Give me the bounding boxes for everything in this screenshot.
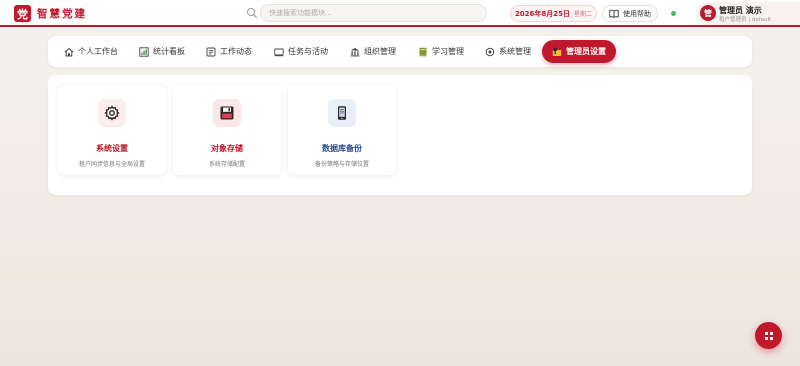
book-icon xyxy=(419,47,427,56)
settings-icon xyxy=(485,47,495,56)
nav-item-tasks[interactable]: 任务与活动 xyxy=(274,44,328,59)
date-badge: 2026年8月25日 星期二 xyxy=(510,5,597,22)
home-icon xyxy=(64,47,74,56)
user-profile[interactable]: 管 管理员 演示 租户管理员 | default xyxy=(696,2,800,25)
search-input[interactable] xyxy=(260,4,487,22)
card-icon-wrap xyxy=(98,99,126,127)
help-button-label: 使用帮助 xyxy=(623,9,651,18)
grid-icon xyxy=(764,331,773,340)
chart-icon xyxy=(139,46,149,57)
card-object-storage[interactable]: 对象存储 系统存储配置 xyxy=(173,85,281,175)
book-open-icon xyxy=(609,9,619,18)
weekday-text: 星期二 xyxy=(574,11,593,18)
card-description: 备份策略与存储位置 xyxy=(314,161,369,168)
card-icon-wrap xyxy=(328,99,356,127)
app-logo[interactable]: 党 xyxy=(14,5,31,22)
card-description: 系统存储配置 xyxy=(208,161,245,168)
nav-item-label: 工作动态 xyxy=(220,47,252,56)
app-title: 智慧党建 xyxy=(37,8,87,20)
card-database-backup[interactable]: 数据库备份 备份策略与存储位置 xyxy=(288,85,396,175)
search-bar xyxy=(246,4,487,22)
card-title: 对象存储 xyxy=(211,144,243,153)
card-title: 系统设置 xyxy=(96,144,128,153)
gear-icon xyxy=(104,105,120,121)
nav-item-system[interactable]: 系统管理 xyxy=(485,44,531,59)
online-status-dot xyxy=(671,11,676,16)
help-button[interactable]: 使用帮助 xyxy=(602,5,658,22)
nav-item-workbench[interactable]: 个人工作台 xyxy=(64,44,118,59)
nav-item-learning[interactable]: 学习管理 xyxy=(418,44,464,59)
main-nav: 个人工作台 统计看板 工作动态 任务与活动 组织管理 学习管理 系统管理 管理员… xyxy=(48,36,752,67)
top-header: 党 智慧党建 2026年8月25日 星期二 使用帮助 管 管理员 演示 租户管理… xyxy=(0,0,800,27)
quick-menu-button[interactable] xyxy=(755,322,782,349)
task-icon xyxy=(274,48,284,56)
nav-item-organization[interactable]: 组织管理 xyxy=(350,44,396,59)
nav-item-label: 任务与活动 xyxy=(288,47,328,56)
nav-item-label: 组织管理 xyxy=(364,47,396,56)
date-text: 2026年8月25日 xyxy=(514,9,571,18)
admin-key-icon xyxy=(552,47,562,56)
card-system-settings[interactable]: 系统设置 租户同步信息与全局设置 xyxy=(58,85,166,175)
database-icon xyxy=(338,106,346,120)
nav-item-news[interactable]: 工作动态 xyxy=(206,44,252,59)
floppy-icon xyxy=(220,106,234,120)
nav-item-label: 管理员设置 xyxy=(566,47,606,56)
nav-item-label: 个人工作台 xyxy=(78,47,118,56)
nav-item-dashboard[interactable]: 统计看板 xyxy=(139,44,185,59)
search-icon xyxy=(246,7,258,19)
admin-settings-panel: 系统设置 租户同步信息与全局设置 对象存储 系统存储配置 数据库备份 备份策略与… xyxy=(48,75,752,195)
card-description: 租户同步信息与全局设置 xyxy=(78,161,145,168)
avatar: 管 xyxy=(700,5,716,21)
nav-item-label: 学习管理 xyxy=(432,47,464,56)
user-role: 租户管理员 | default xyxy=(719,17,772,23)
nav-item-admin-settings[interactable]: 管理员设置 xyxy=(542,40,616,63)
card-title: 数据库备份 xyxy=(322,144,362,153)
building-icon xyxy=(350,47,360,56)
nav-item-label: 统计看板 xyxy=(153,47,185,56)
card-icon-wrap xyxy=(213,99,241,127)
nav-item-label: 系统管理 xyxy=(499,47,531,56)
news-icon xyxy=(206,47,216,56)
